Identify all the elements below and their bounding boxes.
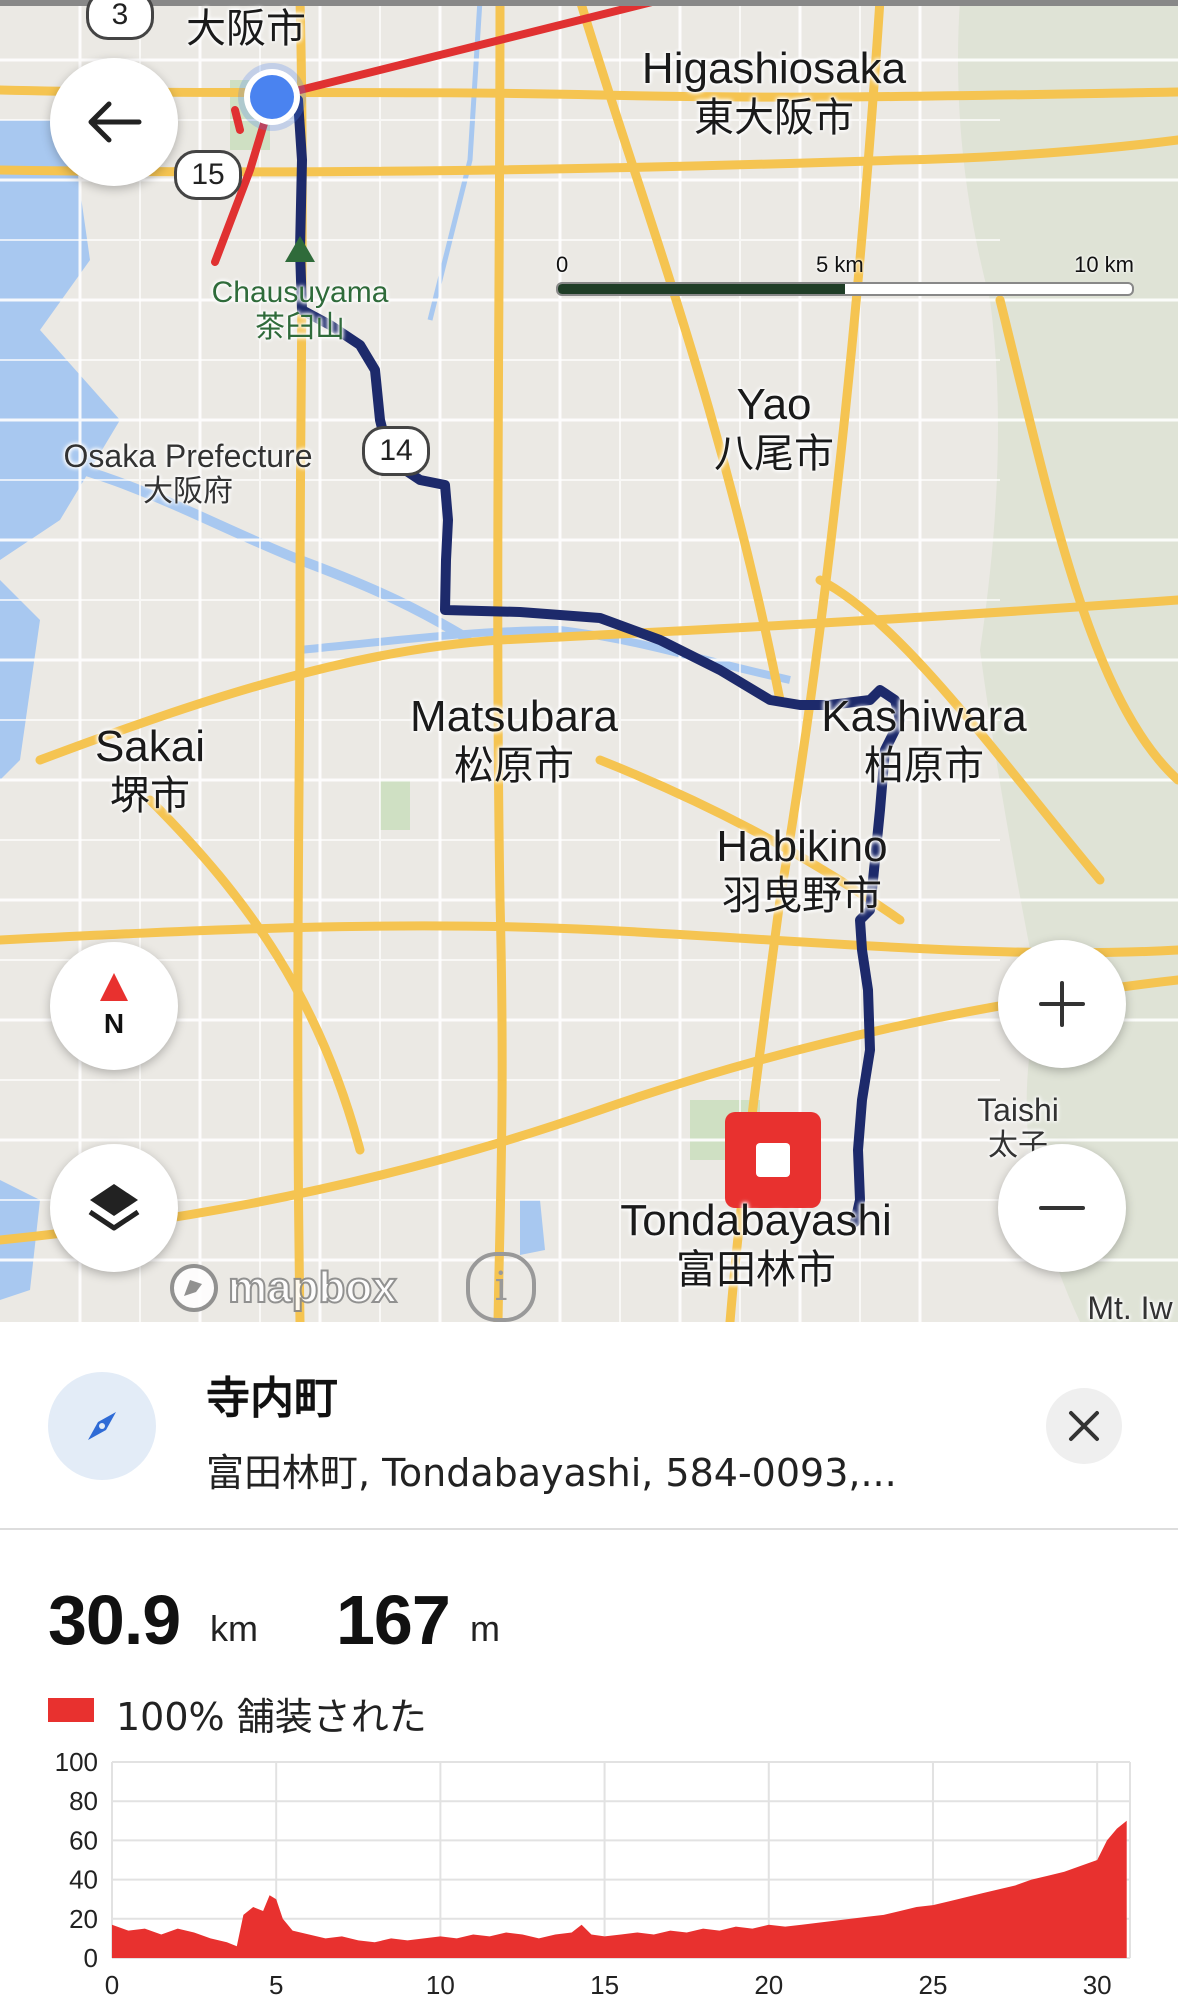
- elevation-unit: m: [470, 1608, 500, 1649]
- x-tick-label: 20: [754, 1970, 783, 2000]
- road-shield: 3: [86, 0, 154, 40]
- elevation-chart[interactable]: 100 80 60 40 20 0 0 5 10 15 20 25 30: [0, 1740, 1178, 2012]
- compass-button[interactable]: N: [50, 942, 178, 1070]
- y-tick-label: 40: [69, 1865, 98, 1895]
- place-panel: [0, 1322, 1178, 1530]
- info-button[interactable]: i: [466, 1252, 536, 1322]
- distance-value: 30.9: [48, 1581, 181, 1659]
- y-tick-label: 80: [69, 1786, 98, 1816]
- map-label-higashiosaka: Higashiosaka 東大阪市: [641, 44, 907, 141]
- map-label-osaka-prefecture: Osaka Prefecture 大阪府: [63, 438, 313, 509]
- zoom-in-button[interactable]: [998, 940, 1126, 1068]
- place-title: 寺内町: [206, 1373, 338, 1424]
- y-tick-label: 20: [69, 1904, 98, 1934]
- scale-bar: 0 5 km 10 km: [556, 252, 1134, 296]
- layers-icon: [88, 1184, 140, 1231]
- road-shield: 14: [362, 426, 430, 476]
- elevation-value: 167: [336, 1581, 451, 1659]
- close-button[interactable]: [1046, 1388, 1122, 1464]
- zoom-out-button[interactable]: [998, 1144, 1126, 1272]
- map-view[interactable]: 大阪市 Higashiosaka 東大阪市 Chausuyama 茶臼山 Yao…: [0, 0, 1178, 1322]
- map-label-mt-iw: Mt. Iw: [1087, 1290, 1173, 1322]
- x-tick-label: 0: [105, 1970, 119, 2000]
- mapbox-icon: [170, 1264, 218, 1312]
- map-label-osaka: 大阪市: [186, 6, 306, 52]
- compass-label: N: [103, 1008, 125, 1039]
- x-tick-label: 30: [1083, 1970, 1112, 2000]
- layers-button[interactable]: [50, 1144, 178, 1272]
- map-label-habikino: Habikino 羽曳野市: [716, 822, 888, 919]
- road-shield: 15: [174, 150, 242, 200]
- map-label-matsubara: Matsubara 松原市: [410, 692, 618, 789]
- x-tick-label: 15: [590, 1970, 619, 2000]
- surface-legend-label: 100% 舗装された: [116, 1695, 427, 1739]
- map-label-sakai: Sakai 堺市: [94, 722, 206, 819]
- map-label-chausuyama: Chausuyama 茶臼山: [211, 276, 389, 345]
- x-tick-label: 5: [269, 1970, 283, 2000]
- minus-icon: [1039, 1206, 1085, 1210]
- y-tick-label: 100: [55, 1747, 98, 1777]
- y-tick-label: 0: [84, 1943, 98, 1973]
- plus-icon: [1039, 981, 1085, 1027]
- x-tick-label: 10: [426, 1970, 455, 2000]
- x-tick-label: 25: [919, 1970, 948, 2000]
- map-label-tondabayashi: Tondabayashi 富田林市: [620, 1196, 892, 1293]
- back-arrow-icon: [88, 101, 142, 143]
- map-label-yao: Yao 八尾市: [714, 380, 834, 477]
- map-label-kashiwara: Kashiwara 柏原市: [821, 692, 1027, 789]
- y-tick-label: 60: [69, 1825, 98, 1855]
- distance-unit: km: [210, 1608, 258, 1649]
- scale-tick: 0: [556, 252, 569, 277]
- mapbox-wordmark: mapbox: [227, 1262, 398, 1313]
- scale-tick: 10 km: [1074, 252, 1134, 277]
- place-type-badge: [48, 1372, 156, 1480]
- back-button[interactable]: [50, 58, 178, 186]
- surface-legend-swatch: [48, 1698, 94, 1722]
- scale-tick: 5 km: [816, 252, 864, 277]
- navigation-compass-icon: [88, 1412, 116, 1440]
- place-address: 富田林町, Tondabayashi, 584-0093,...: [206, 1451, 897, 1495]
- close-icon: [1069, 1411, 1099, 1441]
- mapbox-logo[interactable]: mapbox: [168, 1262, 398, 1314]
